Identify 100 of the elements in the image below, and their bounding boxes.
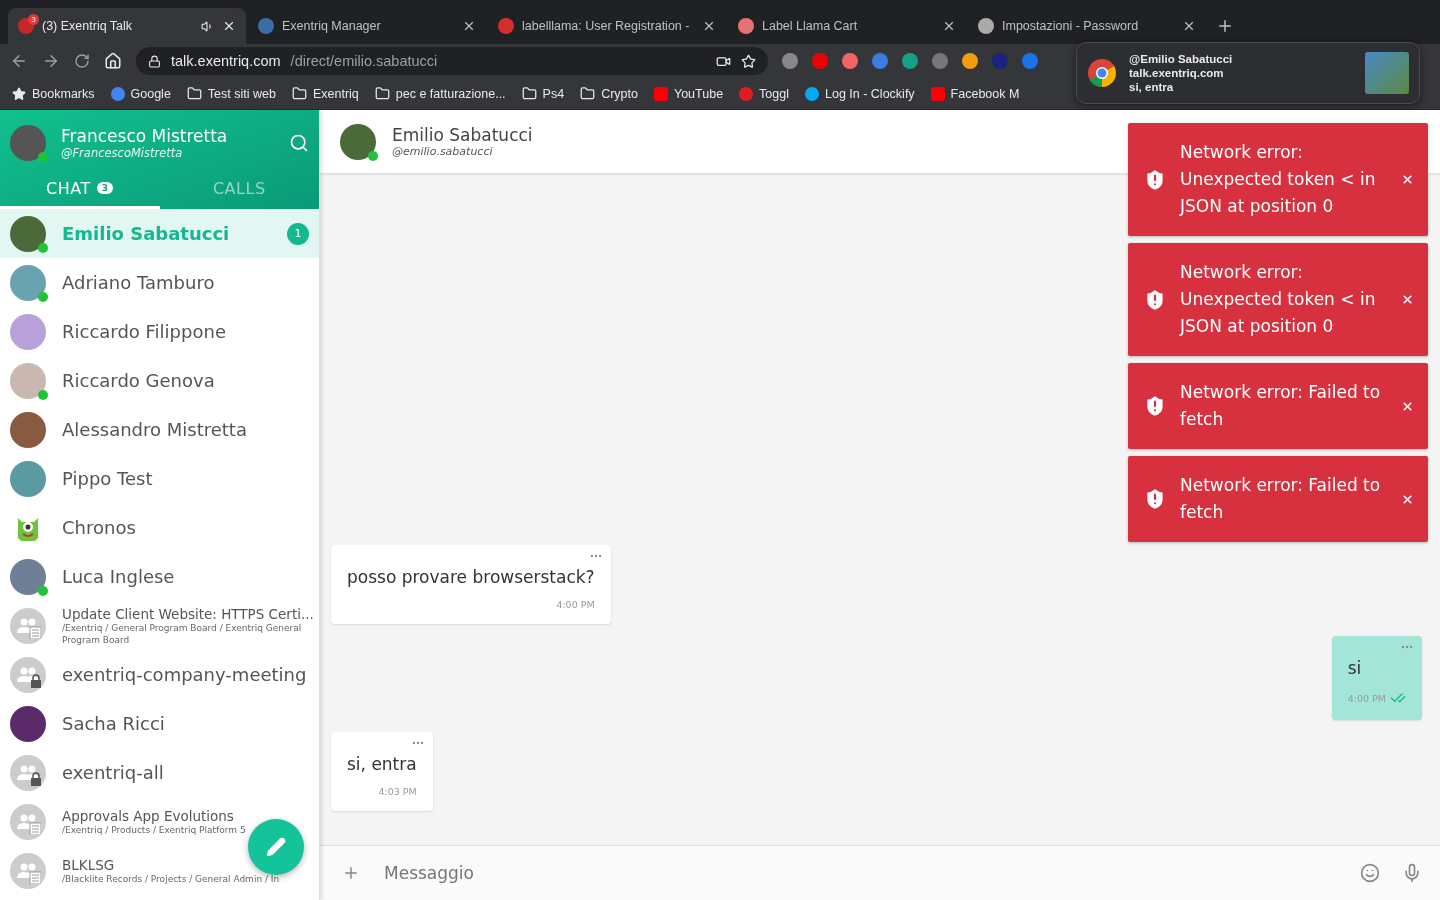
error-message: Network error: Failed to fetch bbox=[1180, 474, 1382, 524]
site-icon bbox=[739, 86, 754, 101]
bookmark-link[interactable]: pec e fatturazione... bbox=[374, 86, 506, 101]
bookmark-link[interactable]: Crypto bbox=[580, 86, 638, 101]
extension-icon[interactable] bbox=[1022, 53, 1038, 69]
close-icon[interactable] bbox=[1401, 399, 1414, 413]
bookmark-link[interactable]: Toggl bbox=[739, 86, 789, 101]
private-group-icon bbox=[10, 754, 46, 791]
message-field[interactable]: Messaggio bbox=[320, 845, 1440, 900]
close-icon[interactable] bbox=[462, 19, 476, 33]
bookmark-link[interactable]: Google bbox=[110, 86, 171, 101]
chat-list-item[interactable]: BLKLSG /Blacklite Records / Projects / General Admin / In bbox=[0, 846, 319, 895]
close-icon[interactable] bbox=[1401, 173, 1414, 186]
extension-icon[interactable] bbox=[842, 53, 858, 69]
search-icon[interactable] bbox=[289, 133, 309, 153]
browser-tab[interactable]: Impostazioni - Password bbox=[968, 8, 1206, 44]
extension-icon[interactable] bbox=[872, 53, 888, 69]
favicon-icon bbox=[18, 18, 34, 34]
bookmark-link[interactable]: Test siti web bbox=[186, 86, 276, 101]
error-message: Network error: Unexpected token < in JSON at position 0 bbox=[1180, 141, 1377, 218]
bookmark-link[interactable]: Exentriq bbox=[291, 86, 359, 101]
chat-list-item[interactable]: Pippo Test bbox=[0, 454, 319, 503]
extension-icon[interactable] bbox=[812, 53, 828, 69]
home-icon[interactable] bbox=[104, 52, 122, 70]
chat-list-item[interactable]: Adriano Tamburo bbox=[0, 258, 319, 307]
bookmark-link[interactable]: Log In - Clockify bbox=[805, 86, 915, 101]
browser-tab[interactable]: Label Llama Cart bbox=[728, 8, 966, 44]
favicon-badge: 3 bbox=[28, 14, 39, 25]
chat-list-item[interactable]: Update Client Website: HTTPS Certi... /Exentriq / General Program Board / Exentriq General Program Board bbox=[0, 601, 319, 650]
message-text: si, entra bbox=[347, 754, 417, 774]
chrome-logo-icon bbox=[1087, 58, 1117, 88]
group-board-icon bbox=[10, 608, 46, 644]
chat-name: Sacha Ricci bbox=[62, 713, 165, 734]
site-icon bbox=[930, 86, 945, 101]
contact-name: Emilio Sabatucci bbox=[392, 125, 533, 145]
group-board-icon bbox=[10, 804, 46, 840]
bookmark-link[interactable]: Ps4 bbox=[521, 86, 565, 101]
bookmark-link[interactable]: Facebook M bbox=[930, 86, 1020, 101]
address-bar[interactable]: talk.exentriq.com /direct/emilio.sabatucci bbox=[136, 47, 768, 75]
forward-icon[interactable] bbox=[42, 52, 60, 70]
extension-icon[interactable] bbox=[962, 53, 978, 69]
favicon-icon bbox=[498, 18, 514, 34]
bookmark-link[interactable]: Bookmarks bbox=[12, 86, 95, 101]
chat-list-item[interactable]: Riccardo Filippone bbox=[0, 307, 319, 356]
close-icon[interactable] bbox=[942, 19, 956, 33]
chat-list-item[interactable]: exentriq-company-meeting bbox=[0, 650, 319, 699]
message-text: si bbox=[1347, 658, 1363, 678]
chat-name: Approvals App Evolutions bbox=[62, 808, 234, 824]
extension-icon[interactable] bbox=[932, 53, 948, 69]
microphone-icon[interactable] bbox=[1402, 863, 1422, 883]
folder-icon bbox=[186, 86, 202, 101]
reload-icon[interactable] bbox=[74, 53, 90, 69]
notification-title: @Emilio Sabatucci bbox=[1129, 53, 1234, 65]
notification-popup[interactable]: @Emilio Sabatucci talk.exentriq.com si, entra bbox=[1076, 42, 1420, 104]
chat-path: /Exentriq / Products / Exentriq Platform 5 bbox=[62, 824, 247, 836]
close-icon[interactable] bbox=[702, 19, 716, 33]
chat-list-item[interactable]: Riccardo Genova bbox=[0, 356, 319, 405]
close-icon[interactable] bbox=[222, 19, 236, 33]
chat-name: exentriq-company-meeting bbox=[62, 664, 307, 685]
chat-list-item[interactable]: Approvals App Evolutions /Exentriq / Products / Exentriq Platform 5 bbox=[0, 797, 319, 846]
error-message: Network error: Failed to fetch bbox=[1180, 381, 1382, 431]
chat-list-item[interactable]: Luca Inglese bbox=[0, 552, 319, 601]
pencil-icon bbox=[266, 837, 286, 857]
favicon-icon bbox=[258, 18, 274, 34]
notification-site: talk.exentriq.com bbox=[1129, 67, 1225, 79]
message-input[interactable]: Messaggio bbox=[382, 862, 1338, 884]
chat-list-item[interactable]: Sacha Ricci bbox=[0, 699, 319, 748]
message-time: 4:03 PM bbox=[378, 786, 417, 797]
browser-tab[interactable]: Exentriq Manager bbox=[248, 8, 486, 44]
chat-path: /Blacklite Records / Projects / General Admin / In bbox=[62, 873, 281, 885]
browser-tab[interactable]: labelllama: User Registration - bbox=[488, 8, 726, 44]
chat-list-item[interactable]: exentriq-all bbox=[0, 748, 319, 797]
new-tab-icon[interactable] bbox=[1216, 17, 1234, 35]
favicon-icon bbox=[738, 18, 754, 34]
contact-handle: @emilio.sabatucci bbox=[392, 145, 493, 158]
attach-icon[interactable] bbox=[342, 864, 360, 882]
chat-list-item[interactable]: Alessandro Mistretta bbox=[0, 405, 319, 454]
browser-tab[interactable]: 3 (3) Exentriq Talk bbox=[8, 8, 246, 44]
message-time: 4:00 PM bbox=[1347, 692, 1386, 704]
bookmark-link[interactable]: YouTube bbox=[653, 86, 724, 101]
user-handle: @FrancescoMistretta bbox=[61, 146, 184, 160]
chat-name: Emilio Sabatucci bbox=[62, 223, 230, 244]
extension-icon[interactable] bbox=[782, 53, 798, 69]
close-icon[interactable] bbox=[1401, 293, 1414, 306]
back-icon[interactable] bbox=[10, 52, 28, 70]
group-board-icon bbox=[10, 853, 46, 889]
chat-list-item[interactable]: Chronos bbox=[0, 503, 319, 552]
emoji-icon[interactable] bbox=[1360, 863, 1380, 883]
chat-name: Chronos bbox=[62, 517, 136, 538]
extension-icon[interactable] bbox=[902, 53, 918, 69]
folder-icon bbox=[291, 86, 307, 101]
message-time: 4:00 PM bbox=[556, 599, 595, 610]
chat-name: Pippo Test bbox=[62, 468, 153, 489]
site-icon bbox=[653, 86, 668, 101]
close-icon[interactable] bbox=[1182, 19, 1196, 33]
unread-badge: 1 bbox=[287, 222, 309, 245]
close-icon[interactable] bbox=[1401, 492, 1414, 506]
favicon-icon bbox=[978, 18, 994, 34]
photo-placeholder bbox=[1365, 52, 1409, 94]
folder-icon bbox=[580, 86, 596, 101]
